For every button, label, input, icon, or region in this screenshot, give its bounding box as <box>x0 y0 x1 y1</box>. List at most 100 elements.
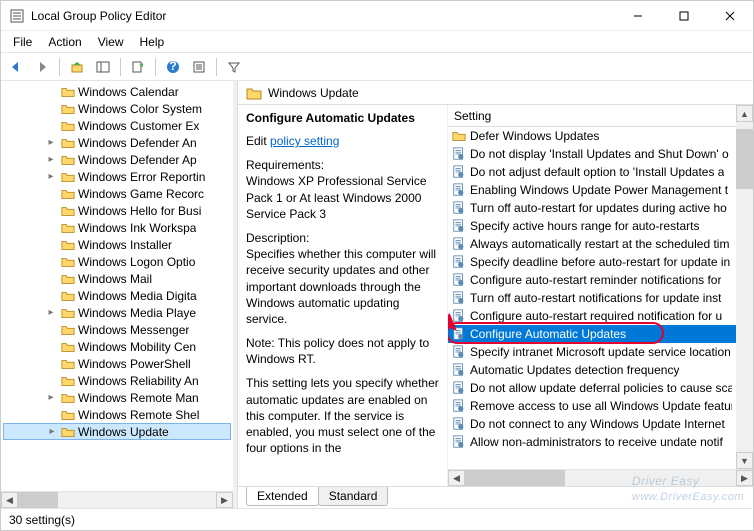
setting-list[interactable]: Defer Windows Updates Do not display 'Ins… <box>448 127 736 469</box>
tree-item[interactable]: ▸ Windows Media Playe <box>3 304 231 321</box>
tab-standard[interactable]: Standard <box>318 487 389 506</box>
edit-line: Edit policy setting <box>246 133 439 149</box>
scroll-left-arrow[interactable]: ◀ <box>1 492 18 508</box>
results-title: Windows Update <box>268 86 359 100</box>
policy-icon <box>452 147 466 161</box>
policy-icon <box>452 309 466 323</box>
tree-item[interactable]: Windows Media Digita <box>3 287 231 304</box>
menu-action[interactable]: Action <box>40 33 89 51</box>
setting-label: Automatic Updates detection frequency <box>470 363 679 377</box>
expand-icon[interactable]: ▸ <box>46 426 58 438</box>
tree-item-label: Windows Ink Workspa <box>78 221 196 235</box>
setting-row[interactable]: Automatic Updates detection frequency <box>448 361 736 379</box>
tree-item[interactable]: ▸Windows Error Reportin <box>3 168 231 185</box>
expand-icon[interactable]: ▸ <box>45 171 57 183</box>
tree-item-label: Windows Game Recorc <box>78 187 204 201</box>
title-bar: Local Group Policy Editor <box>1 1 753 31</box>
setting-row[interactable]: Defer Windows Updates <box>448 127 736 145</box>
filter-button[interactable] <box>223 56 245 78</box>
tree-item[interactable]: Windows Hello for Busi <box>3 202 231 219</box>
setting-row[interactable]: Configure Automatic Updates <box>448 325 736 343</box>
console-tree[interactable]: Windows CalendarWindows Color SystemWind… <box>1 81 233 491</box>
tree-item[interactable]: Windows Calendar <box>3 83 231 100</box>
tree-item-label: Windows Media Playe <box>78 306 196 320</box>
tree-item[interactable]: Windows Color System <box>3 100 231 117</box>
setting-row[interactable]: Remove access to use all Windows Update … <box>448 397 736 415</box>
setting-row[interactable]: Specify intranet Microsoft update servic… <box>448 343 736 361</box>
tree-item[interactable]: ▸Windows Remote Man <box>3 389 231 406</box>
tree-item[interactable]: Windows Mobility Cen <box>3 338 231 355</box>
folder-icon <box>61 391 75 405</box>
close-button[interactable] <box>707 1 753 31</box>
setting-label: Enabling Windows Update Power Management… <box>470 183 728 197</box>
setting-row[interactable]: Configure auto-restart required notifica… <box>448 307 736 325</box>
back-button[interactable] <box>5 56 27 78</box>
scroll-right-arrow[interactable]: ▶ <box>736 470 753 486</box>
scroll-left-arrow[interactable]: ◀ <box>448 470 465 486</box>
scroll-thumb[interactable] <box>465 470 565 486</box>
list-vertical-scrollbar[interactable]: ▼ <box>736 127 753 469</box>
menu-view[interactable]: View <box>90 33 132 51</box>
list-horizontal-scrollbar[interactable]: ◀ ▶ <box>448 469 753 486</box>
tab-extended[interactable]: Extended <box>246 487 319 506</box>
folder-icon <box>61 374 75 388</box>
setting-row[interactable]: Specify active hours range for auto-rest… <box>448 217 736 235</box>
setting-row[interactable]: Always automatically restart at the sche… <box>448 235 736 253</box>
edit-policy-link[interactable]: policy setting <box>270 134 339 148</box>
expand-icon[interactable]: ▸ <box>45 392 57 404</box>
tree-item[interactable]: Windows Reliability An <box>3 372 231 389</box>
menu-file[interactable]: File <box>5 33 40 51</box>
setting-row[interactable]: Do not display 'Install Updates and Shut… <box>448 145 736 163</box>
tree-item[interactable]: Windows Customer Ex <box>3 117 231 134</box>
setting-label: Do not allow update deferral policies to… <box>470 381 732 395</box>
setting-row[interactable]: Do not adjust default option to 'Install… <box>448 163 736 181</box>
minimize-button[interactable] <box>615 1 661 31</box>
tree-item[interactable]: ▸Windows Update <box>3 423 231 440</box>
expand-icon[interactable]: ▸ <box>45 307 57 319</box>
policy-icon <box>452 417 466 431</box>
expand-icon[interactable]: ▸ <box>45 154 57 166</box>
scroll-thumb[interactable] <box>18 492 58 508</box>
setting-row[interactable]: Turn off auto-restart for updates during… <box>448 199 736 217</box>
setting-row[interactable]: Turn off auto-restart notifications for … <box>448 289 736 307</box>
tree-item[interactable]: Windows Remote Shel <box>3 406 231 423</box>
tree-item[interactable]: Windows Ink Workspa <box>3 219 231 236</box>
maximize-button[interactable] <box>661 1 707 31</box>
tree-item[interactable]: Windows Messenger <box>3 321 231 338</box>
setting-row[interactable]: Do not connect to any Windows Update Int… <box>448 415 736 433</box>
setting-label: Defer Windows Updates <box>470 129 599 143</box>
tree-item[interactable]: Windows Game Recorc <box>3 185 231 202</box>
tree-item[interactable]: Windows Logon Optio <box>3 253 231 270</box>
setting-row[interactable]: Do not allow update deferral policies to… <box>448 379 736 397</box>
up-button[interactable] <box>66 56 88 78</box>
scroll-track[interactable] <box>18 492 216 508</box>
show-hide-tree-button[interactable] <box>92 56 114 78</box>
scroll-thumb[interactable] <box>736 129 753 189</box>
setting-label: Do not adjust default option to 'Install… <box>470 165 724 179</box>
forward-button[interactable] <box>31 56 53 78</box>
folder-icon <box>61 306 75 320</box>
setting-column-header[interactable]: Setting <box>448 105 736 127</box>
setting-row[interactable]: Allow non-administrators to receive unda… <box>448 433 736 451</box>
scroll-right-arrow[interactable]: ▶ <box>216 492 233 508</box>
policy-detail-panel: Configure Automatic Updates Edit policy … <box>238 105 448 486</box>
export-list-button[interactable] <box>127 56 149 78</box>
tree-horizontal-scrollbar[interactable]: ◀ ▶ <box>1 491 233 508</box>
tree-item[interactable]: ▸ Windows Defender An <box>3 134 231 151</box>
tree-item[interactable]: Windows Installer <box>3 236 231 253</box>
tree-item[interactable]: ▸Windows Defender Ap <box>3 151 231 168</box>
tree-item-label: Windows Defender An <box>78 136 197 150</box>
properties-button[interactable] <box>188 56 210 78</box>
folder-icon <box>61 119 75 133</box>
setting-row[interactable]: Specify deadline before auto-restart for… <box>448 253 736 271</box>
setting-row[interactable]: Configure auto-restart reminder notifica… <box>448 271 736 289</box>
scroll-down-arrow[interactable]: ▼ <box>736 452 753 469</box>
setting-row[interactable]: Enabling Windows Update Power Management… <box>448 181 736 199</box>
expand-icon[interactable]: ▸ <box>45 137 57 149</box>
tree-item[interactable]: Windows PowerShell <box>3 355 231 372</box>
help-button[interactable]: ? <box>162 56 184 78</box>
scroll-up-arrow[interactable]: ▲ <box>736 105 753 122</box>
menu-help[interactable]: Help <box>132 33 173 51</box>
policy-icon <box>452 183 466 197</box>
tree-item[interactable]: Windows Mail <box>3 270 231 287</box>
